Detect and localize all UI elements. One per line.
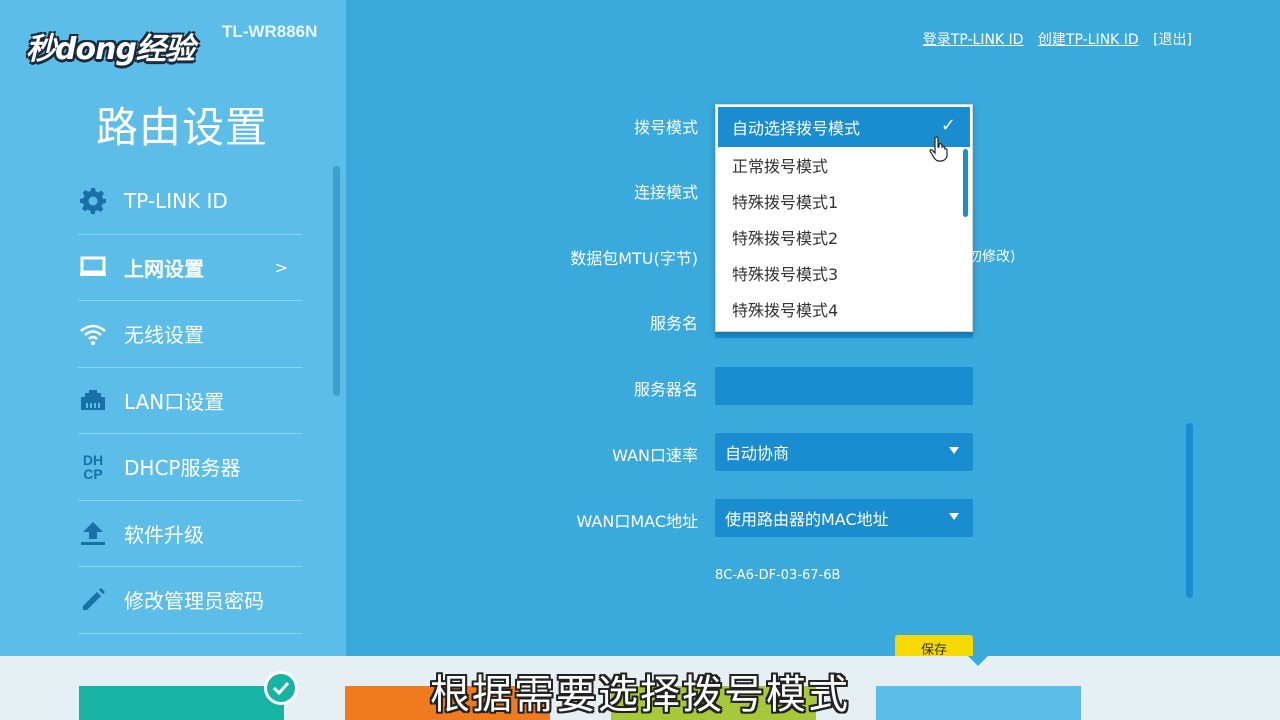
server-name-input[interactable] bbox=[715, 367, 973, 405]
selected-option-label: 自动选择拨号模式 bbox=[732, 119, 861, 138]
dial-mode-option[interactable]: 特殊拨号模式4 bbox=[716, 291, 972, 327]
wan-speed-label: WAN口速率 bbox=[612, 446, 698, 465]
router-model: TL-WR886N bbox=[222, 22, 318, 41]
sidebar-item-label: DHCP服务器 bbox=[124, 456, 241, 481]
sidebar-title: 路由设置 bbox=[96, 103, 269, 152]
pencil-icon bbox=[78, 585, 108, 615]
sidebar-item-lan[interactable]: LAN口设置 bbox=[78, 368, 302, 434]
sidebar-item-label: TP-LINK ID bbox=[124, 188, 228, 213]
gear-icon bbox=[78, 186, 108, 216]
wan-speed-select[interactable]: 自动协商 bbox=[715, 433, 973, 471]
sidebar-item-label: LAN口设置 bbox=[124, 389, 225, 414]
video-subtitle: 根据需要选择拨号模式 bbox=[430, 672, 850, 718]
create-tplink-id-link[interactable]: 创建TP-LINK ID bbox=[1038, 32, 1139, 48]
wan-mac-value: 使用路由器的MAC地址 bbox=[725, 510, 889, 529]
dropdown-scrollbar[interactable] bbox=[963, 149, 968, 217]
mtu-label: 数据包MTU(字节) bbox=[570, 249, 698, 268]
dial-mode-option[interactable]: 特殊拨号模式2 bbox=[716, 219, 972, 255]
login-tplink-id-link[interactable]: 登录TP-LINK ID bbox=[923, 32, 1024, 48]
sidebar-item-label: 软件升级 bbox=[124, 522, 204, 547]
sidebar-item-internet[interactable]: 上网设置 > bbox=[78, 235, 302, 301]
sidebar-scrollbar[interactable] bbox=[333, 166, 340, 396]
dial-mode-option[interactable]: 特殊拨号模式1 bbox=[716, 183, 972, 219]
chevron-right-icon: > bbox=[274, 257, 288, 277]
dial-mode-label: 拨号模式 bbox=[633, 118, 698, 137]
sidebar-item-upgrade[interactable]: 软件升级 bbox=[78, 501, 302, 567]
mtu-hint: 勿修改) bbox=[968, 249, 1016, 265]
sidebar-item-dhcp[interactable]: DH CP DHCP服务器 bbox=[78, 434, 302, 501]
sidebar-item-tplink-id[interactable]: TP-LINK ID bbox=[78, 168, 302, 235]
service-name-label: 服务名 bbox=[649, 314, 698, 333]
dial-mode-option[interactable]: 特殊拨号模式3 bbox=[716, 255, 972, 291]
main-scrollbar[interactable] bbox=[1186, 423, 1193, 598]
top-links: 登录TP-LINK ID 创建TP-LINK ID [退出] bbox=[913, 29, 1192, 49]
sidebar-item-label: 无线设置 bbox=[124, 323, 204, 348]
dial-mode-options: 正常拨号模式 特殊拨号模式1 特殊拨号模式2 特殊拨号模式3 特殊拨号模式4 bbox=[716, 147, 972, 327]
dhcp-icon: DH CP bbox=[82, 451, 104, 482]
sidebar-item-label: 上网设置 bbox=[124, 256, 204, 281]
sidebar: TL-WR886N 路由设置 TP-LINK ID 上网设置 > 无线设置 LA… bbox=[0, 0, 346, 656]
caret-down-icon bbox=[949, 513, 959, 520]
monitor-icon bbox=[78, 252, 108, 282]
logout-link[interactable]: [退出] bbox=[1153, 32, 1192, 48]
wan-mac-label: WAN口MAC地址 bbox=[576, 512, 698, 531]
mac-address: 8C-A6-DF-03-67-6B bbox=[715, 568, 841, 583]
wan-speed-value: 自动协商 bbox=[725, 444, 790, 463]
wifi-icon bbox=[78, 319, 108, 349]
hand-cursor-icon bbox=[929, 136, 948, 162]
caret-down-icon bbox=[949, 447, 959, 454]
check-icon: ✓ bbox=[940, 115, 956, 136]
watermark-logo: 秒dong经验 bbox=[26, 32, 195, 67]
server-name-label: 服务器名 bbox=[633, 380, 698, 399]
connect-mode-label: 连接模式 bbox=[633, 183, 698, 202]
sidebar-item-password[interactable]: 修改管理员密码 bbox=[78, 567, 302, 634]
upload-icon bbox=[78, 518, 108, 548]
lan-port-icon bbox=[78, 385, 108, 415]
wan-mac-select[interactable]: 使用路由器的MAC地址 bbox=[715, 499, 973, 537]
sidebar-item-label: 修改管理员密码 bbox=[124, 589, 264, 614]
sidebar-nav: TP-LINK ID 上网设置 > 无线设置 LAN口设置 DHCP DHCP bbox=[78, 168, 302, 634]
sidebar-item-wireless[interactable]: 无线设置 bbox=[78, 301, 302, 368]
